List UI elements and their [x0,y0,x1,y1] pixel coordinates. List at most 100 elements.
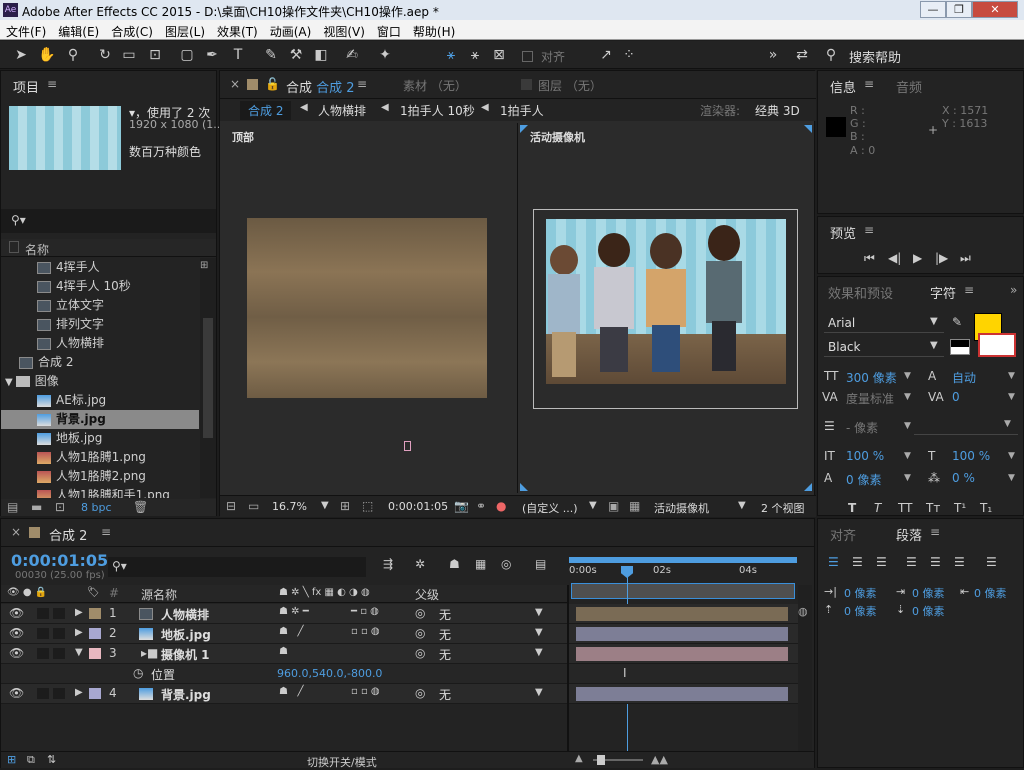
chevron-down-icon[interactable]: ▼ [535,647,543,658]
puppet-pin-tool-icon[interactable]: ✦ [376,46,394,64]
list-item[interactable]: 4挥手人 10秒 [1,277,199,296]
panel-menu-icon[interactable]: ≡ [357,77,367,91]
list-item[interactable]: 人物1胳膊和手1.png [1,486,199,498]
close-tab-icon[interactable]: × [230,77,240,91]
solo-switch[interactable] [37,688,49,699]
timeline-tab[interactable]: 合成 2 [49,525,87,544]
zoom-value[interactable]: 16.7% [272,500,307,513]
lock-switch[interactable] [53,628,65,639]
chevron-down-icon[interactable]: ▼ [1008,473,1015,483]
text-tool-icon[interactable]: T [229,46,247,64]
menu-edit[interactable]: 编辑(E) [52,20,105,40]
chevron-down-icon[interactable]: ▼ [589,500,597,511]
visibility-eye-icon[interactable]: 👁 [9,626,24,640]
property-value[interactable]: 960.0,540.0,-800.0 [277,667,382,680]
list-item[interactable]: AE标.jpg [1,391,199,410]
workspace-expand-icon[interactable]: » [764,46,782,64]
menu-view[interactable]: 视图(V) [317,20,371,40]
chevron-down-icon[interactable]: ▼ [1008,451,1015,461]
solo-switch[interactable] [37,608,49,619]
pickwhip-icon[interactable]: ◎ [415,626,425,640]
chevron-down-icon[interactable]: ▼ [535,687,543,698]
solo-switch[interactable] [37,648,49,659]
shy-switch-icon[interactable]: ☗ ╱ [279,626,304,637]
breadcrumb-item[interactable]: 合成 2 [240,101,292,120]
layer-duration-bar[interactable] [576,627,788,641]
maximize-button[interactable]: ❐ [946,1,972,18]
font-style-select[interactable]: Black ▼ [824,337,944,357]
black-white-swatch[interactable] [950,339,970,355]
monitor-icon[interactable]: ▭ [248,499,259,513]
lock-switch[interactable] [53,688,65,699]
last-frame-icon[interactable]: ⏭ [960,251,971,266]
chevron-down-icon[interactable]: ▼ [321,500,329,511]
expand-layer-switches-icon[interactable]: ⊞ [7,753,16,766]
visibility-eye-icon[interactable]: 👁 [9,686,24,700]
time-navigator[interactable] [571,583,795,599]
layer-row-1[interactable]: 👁 ▶ 1 人物横排 ☗ ✲ ━ ━ ▫ ◍ ◎ 无 ▼ [1,604,809,624]
scrollbar-thumb[interactable] [203,318,213,438]
layer-name[interactable]: 地板.jpg [161,626,211,643]
shy-switch-icon[interactable]: ☗ [279,646,288,657]
panel-menu-icon[interactable]: ≡ [864,223,874,237]
rectangle-tool-icon[interactable]: ▢ [178,46,196,64]
channel-icon[interactable]: ● [496,499,506,513]
shy-switch-icon[interactable]: ☗ ╱ [279,686,304,697]
play-icon[interactable]: ▶ [913,251,922,265]
layer-tab[interactable]: 图层 （无） [538,77,602,94]
leading-value[interactable]: 自动 [952,369,976,386]
panel-menu-icon[interactable]: ≡ [930,525,940,539]
indent-right-value[interactable]: 0 像素 [974,585,1007,601]
menu-help[interactable]: 帮助(H) [407,20,461,40]
expand-arrow-icon[interactable]: ▼ [5,377,13,388]
timeline-scrollbar[interactable]: ◍ [798,585,812,751]
flowchart-icon[interactable]: ⊞ [200,260,208,271]
composition-tab[interactable]: 合成 合成 2 [286,77,355,96]
paragraph-tab[interactable]: 段落 [896,525,922,544]
snapshot-icon[interactable]: 📷 [454,499,469,513]
info-tab[interactable]: 信息 [830,77,856,96]
panel-menu-icon[interactable]: ≡ [47,77,57,91]
brush-tool-icon[interactable]: ✎ [262,46,280,64]
name-column-label[interactable]: 名称 [25,241,49,258]
expand-modes-icon[interactable]: ⧉ [27,753,35,767]
chevron-down-icon[interactable]: ▼ [738,500,746,511]
list-item[interactable]: 人物1胳膊1.png [1,448,199,467]
layer-duration-bar[interactable] [576,687,788,701]
justify-right-icon[interactable]: ☰ [954,555,965,569]
3d-layer-switch-icon[interactable]: ━ ▫ ◍ [351,606,379,617]
subscript-icon[interactable]: T₁ [980,501,992,515]
baseline-shift-value[interactable]: 0 像素 [846,471,881,488]
renderer-value[interactable]: 经典 3D [755,102,800,119]
chevron-down-icon[interactable]: ▼ [535,627,543,638]
always-preview-icon[interactable]: ⊟ [226,499,236,513]
menu-file[interactable]: 文件(F) [0,20,52,40]
menu-layer[interactable]: 图层(L) [159,20,211,40]
layer-duration-bar[interactable] [576,607,788,621]
align-right-icon[interactable]: ☰ [876,555,887,569]
audio-tab[interactable]: 音频 [896,77,922,96]
chevron-down-icon[interactable]: ▼ [904,371,911,381]
effects-presets-tab[interactable]: 效果和预设 [828,283,893,302]
list-item[interactable]: 人物1胳膊2.png [1,467,199,486]
character-tab[interactable]: 字符 [930,283,956,302]
clone-stamp-tool-icon[interactable]: ⚒ [287,46,305,64]
project-scrollbar[interactable] [200,258,216,498]
camera-marker-icon[interactable] [404,441,411,451]
local-axis-icon[interactable]: ⚹ [442,46,460,64]
source-name-column[interactable]: 源名称 [141,586,177,603]
layer-name[interactable]: 摄像机 1 [161,646,210,663]
graph-editor-icon[interactable]: ▤ [535,557,546,571]
chevron-down-icon[interactable]: ▼ [1008,371,1015,381]
pickwhip-icon[interactable]: ◎ [415,646,425,660]
faux-italic-icon[interactable]: T [874,501,881,515]
list-item[interactable]: 人物横排 [1,334,199,353]
chevron-down-icon[interactable]: ▼ [535,607,543,618]
solo-switch[interactable] [37,628,49,639]
sync-icon[interactable]: ⇄ [793,46,811,64]
project-search-bar[interactable]: ⚲▾ [1,209,216,233]
indent-left-value[interactable]: 0 像素 [844,585,877,601]
list-item[interactable]: 合成 2 [1,353,199,372]
justify-center-icon[interactable]: ☰ [930,555,941,569]
indent-first-value[interactable]: 0 像素 [912,585,945,601]
